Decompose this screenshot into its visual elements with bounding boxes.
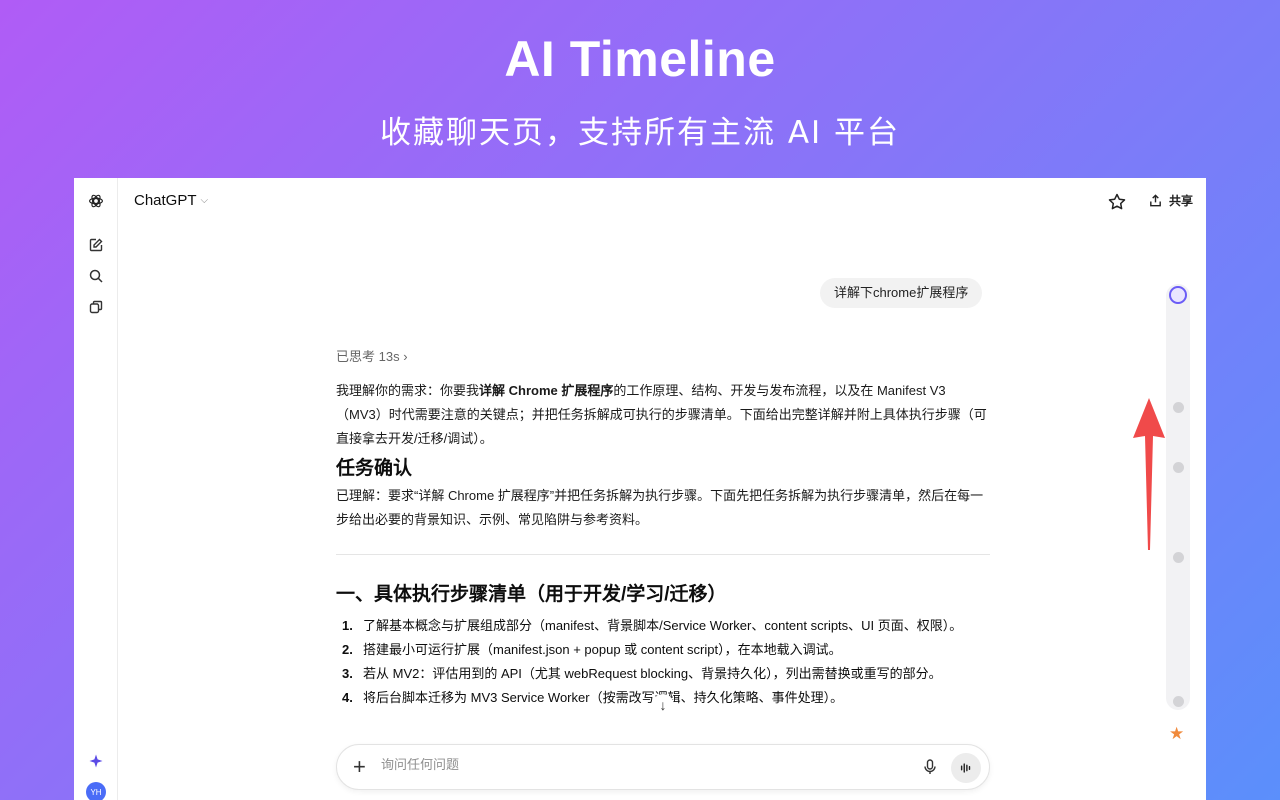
sidebar: YH	[74, 178, 118, 800]
assistant-response: 已思考 13s › 我理解你的需求：你要我详解 Chrome 扩展程序的工作原理…	[336, 346, 990, 710]
hero-subtitle: 收藏聊天页，支持所有主流 AI 平台	[379, 115, 901, 151]
share-button[interactable]: 共享	[1148, 192, 1193, 209]
top-bar: ChatGPT ⌵ 共享 ···	[118, 178, 1206, 224]
timeline-marker[interactable]	[1173, 696, 1184, 707]
intro-text-a: 我理解你的需求：你要我	[336, 383, 480, 398]
timeline-marker[interactable]	[1173, 402, 1184, 413]
model-name: ChatGPT	[134, 192, 197, 209]
arrow-down-icon: ↓	[659, 697, 667, 713]
step-number: 2.	[342, 642, 353, 657]
step-text: 若从 MV2：评估用到的 API（尤其 webRequest blocking、…	[363, 666, 942, 681]
thought-label: 已思考 13s	[336, 349, 400, 364]
timeline-marker[interactable]	[1173, 462, 1184, 473]
divider	[336, 554, 990, 555]
step-number: 3.	[342, 666, 353, 681]
message-input[interactable]	[381, 758, 861, 773]
scroll-down-button[interactable]: ↓	[652, 694, 674, 716]
star-outline-icon	[1108, 193, 1126, 210]
chat-window: YH ChatGPT ⌵ 共享 ··· 详解下chrome扩展程序 已思考 13…	[74, 178, 1206, 800]
user-message: 详解下chrome扩展程序	[820, 278, 983, 308]
library-icon[interactable]	[86, 297, 106, 317]
sparkle-icon[interactable]	[86, 751, 106, 771]
search-icon[interactable]	[86, 266, 106, 286]
intro-paragraph: 我理解你的需求：你要我详解 Chrome 扩展程序的工作原理、结构、开发与发布流…	[336, 379, 990, 451]
hero-title: AI Timeline	[504, 31, 776, 87]
heading-steps: 一、具体执行步骤清单（用于开发/学习/迁移）	[336, 584, 727, 605]
intro-text-bold: 详解 Chrome 扩展程序	[479, 383, 614, 398]
chatgpt-logo-icon[interactable]	[86, 191, 106, 211]
step-number: 1.	[342, 618, 353, 633]
waveform-icon	[960, 763, 971, 773]
timeline-marker[interactable]	[1173, 552, 1184, 563]
list-item: 2. 搭建最小可运行扩展（manifest.json + popup 或 cont…	[336, 638, 990, 662]
avatar[interactable]: YH	[86, 782, 106, 800]
step-text: 将后台脚本迁移为 MV3 Service Worker（按需改写逻辑、持久化策略…	[363, 690, 844, 705]
share-icon	[1150, 194, 1161, 207]
heading-task: 任务确认	[336, 458, 413, 479]
microphone-button[interactable]	[921, 758, 939, 776]
step-text: 搭建最小可运行扩展（manifest.json + popup 或 conten…	[363, 642, 842, 657]
list-item: 1. 了解基本概念与扩展组成部分（manifest、背景脚本/Service Wo…	[336, 614, 990, 638]
bookmark-star-button[interactable]	[1106, 191, 1128, 213]
model-selector[interactable]: ChatGPT ⌵	[134, 192, 208, 209]
timeline-marker-active[interactable]	[1169, 286, 1187, 304]
chevron-down-icon: ⌵	[200, 195, 209, 206]
step-text: 了解基本概念与扩展组成部分（manifest、背景脚本/Service Work…	[363, 618, 963, 633]
attach-plus-button[interactable]: +	[353, 755, 366, 779]
voice-mode-button[interactable]	[951, 753, 981, 783]
chevron-right-icon: ›	[403, 349, 408, 364]
timeline-starred-icon[interactable]: ★	[1169, 724, 1184, 744]
share-label: 共享	[1169, 194, 1194, 208]
timeline-track	[1166, 284, 1190, 710]
annotation-arrow-icon	[1133, 398, 1165, 550]
microphone-icon	[924, 759, 936, 774]
task-paragraph: 已理解：要求“详解 Chrome 扩展程序”并把任务拆解为执行步骤。下面先把任务…	[336, 488, 984, 527]
composer: +	[336, 744, 990, 790]
list-item: 3. 若从 MV2：评估用到的 API（尤其 webRequest blockin…	[336, 662, 990, 686]
new-chat-icon[interactable]	[86, 235, 106, 255]
thought-toggle[interactable]: 已思考 13s ›	[336, 346, 990, 365]
step-number: 4.	[342, 690, 353, 705]
